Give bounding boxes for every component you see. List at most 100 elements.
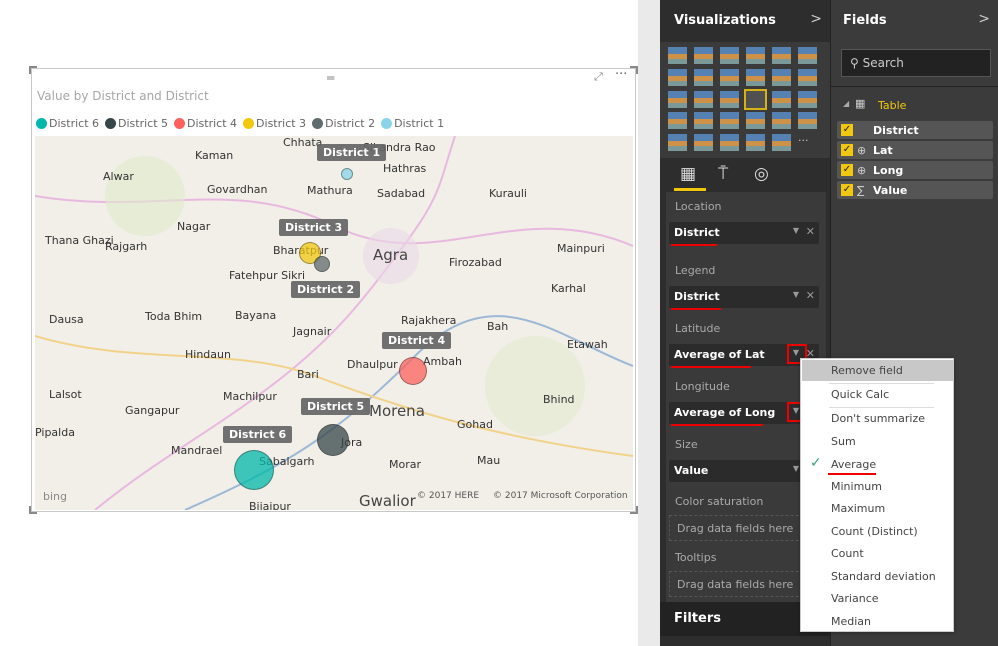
menu-item[interactable]: Median (831, 615, 871, 628)
dropdown-icon[interactable]: ▼ (793, 290, 799, 299)
field-name: Average of Lat (674, 348, 765, 361)
more-visuals-icon[interactable]: ··· (798, 134, 817, 151)
resize-handle[interactable] (630, 66, 638, 74)
expand-triangle-icon[interactable]: ◢ (843, 99, 849, 108)
field-label: Lat (873, 143, 893, 157)
bing-map[interactable]: PutliKamanChhataSikandra RaoHathrasAlwar… (35, 136, 633, 510)
collapse-chevron-icon[interactable]: > (810, 11, 822, 27)
visual-type-icon[interactable] (772, 90, 791, 108)
menu-item[interactable]: Count (Distinct) (831, 525, 918, 538)
city-label: Gwalior (359, 492, 416, 510)
district-callout: District 1 (317, 144, 387, 161)
collapse-chevron-icon[interactable]: > (978, 11, 990, 27)
visual-type-icon[interactable] (746, 68, 765, 86)
legend-field[interactable]: District ▼ ✕ (669, 286, 819, 310)
visual-type-icon[interactable] (694, 68, 713, 86)
visual-type-icon[interactable] (746, 47, 765, 64)
visual-type-icon[interactable] (720, 112, 739, 130)
legend-item[interactable]: District 4 (174, 117, 237, 130)
menu-item[interactable]: Average (831, 458, 876, 471)
visual-type-icon[interactable] (694, 112, 713, 130)
search-input[interactable]: ⚲ Search (841, 49, 991, 77)
checkbox-checked-icon[interactable]: ✓ (841, 124, 853, 136)
more-options-icon[interactable]: ··· (615, 67, 627, 82)
color-saturation-dropzone[interactable]: Drag data fields here (669, 515, 819, 541)
menu-item[interactable]: Minimum (831, 480, 882, 493)
resize-handle[interactable] (29, 66, 37, 74)
bubble-district-4[interactable] (399, 357, 427, 385)
drag-handle-icon[interactable]: ═ (327, 71, 334, 85)
visual-type-icon[interactable] (720, 90, 739, 108)
menu-item[interactable]: Remove field (831, 364, 903, 377)
legend-item[interactable]: District 3 (243, 117, 306, 130)
checkbox-checked-icon[interactable]: ✓ (841, 184, 853, 196)
visual-type-icon[interactable] (668, 112, 687, 130)
legend: District 6 District 5 District 4 District 3… (36, 117, 444, 130)
visual-type-icon[interactable] (798, 112, 817, 130)
location-field[interactable]: District ▼ ✕ (669, 222, 819, 246)
visual-type-icon[interactable] (798, 47, 817, 64)
visual-type-icon[interactable] (694, 47, 713, 64)
size-field[interactable]: Value ▼ (669, 460, 819, 482)
visual-type-icon[interactable] (772, 134, 791, 152)
legend-label: District 4 (187, 117, 238, 130)
city-label: Bijaipur (249, 500, 291, 510)
checkbox-checked-icon[interactable]: ✓ (841, 164, 853, 176)
visual-type-icon[interactable] (668, 134, 687, 152)
checkbox-checked-icon[interactable]: ✓ (841, 144, 853, 156)
dropdown-icon[interactable]: ▼ (793, 464, 799, 473)
visual-type-icon[interactable] (746, 112, 765, 130)
active-tab-indicator (674, 188, 706, 191)
visual-type-icon[interactable] (694, 134, 713, 152)
menu-item[interactable]: Count (831, 547, 864, 560)
visual-type-icon[interactable] (720, 47, 739, 64)
map-visual[interactable]: ═ ⤢ ··· Value by District and District D… (29, 66, 638, 514)
field-row[interactable]: ✓ District (837, 121, 993, 139)
menu-item[interactable]: Standard deviation (831, 570, 936, 583)
menu-item[interactable]: Don't summarize (831, 412, 925, 425)
city-label: Bayana (235, 309, 277, 322)
bubble-district-6[interactable] (234, 450, 274, 490)
visual-type-icon[interactable] (772, 47, 791, 64)
field-row[interactable]: ✓ ⊕ Long (837, 161, 993, 179)
visual-type-icon[interactable] (720, 68, 739, 86)
menu-item[interactable]: Maximum (831, 502, 885, 515)
format-paint-roller-icon[interactable]: ⍑ (718, 164, 728, 184)
bubble-district-2[interactable] (314, 256, 330, 272)
visual-type-icon[interactable] (772, 68, 791, 86)
city-label: Toda Bhim (145, 310, 203, 323)
menu-item[interactable]: Variance (831, 592, 879, 605)
table-name[interactable]: Table (878, 99, 906, 112)
menu-item[interactable]: Quick Calc (831, 388, 889, 401)
remove-icon[interactable]: ✕ (806, 225, 815, 238)
visual-type-icon[interactable] (668, 90, 687, 108)
bubble-district-1[interactable] (341, 168, 353, 180)
visual-type-icon[interactable] (798, 68, 817, 86)
analytics-icon[interactable]: ◎ (754, 164, 769, 184)
legend-item[interactable]: District 5 (105, 117, 168, 130)
city-label: Ambah (423, 355, 462, 368)
field-name: Value (674, 464, 709, 477)
fields-tab-icon[interactable]: ▦ (680, 164, 696, 184)
menu-item[interactable]: Sum (831, 435, 856, 448)
city-label: Pipalda (35, 426, 75, 439)
focus-mode-icon[interactable]: ⤢ (594, 70, 603, 84)
visual-type-icon[interactable] (744, 88, 767, 110)
bubble-district-5[interactable] (317, 424, 349, 456)
field-row[interactable]: ✓ ⊕ Lat (837, 141, 993, 159)
visual-type-icon[interactable] (746, 134, 765, 152)
visual-type-icon[interactable] (720, 134, 739, 152)
visual-type-icon[interactable] (798, 90, 817, 108)
tooltips-dropzone[interactable]: Drag data fields here (669, 571, 819, 597)
visual-type-icon[interactable] (694, 90, 713, 108)
visual-type-icon[interactable] (668, 47, 687, 64)
pane-tabs: ▦ ⍑ ◎ (660, 158, 830, 192)
visual-type-icon[interactable] (668, 68, 687, 86)
remove-icon[interactable]: ✕ (806, 289, 815, 302)
dropdown-icon[interactable]: ▼ (793, 226, 799, 235)
legend-item[interactable]: District 1 (381, 117, 444, 130)
visual-type-icon[interactable] (772, 112, 791, 130)
legend-item[interactable]: District 2 (312, 117, 375, 130)
legend-item[interactable]: District 6 (36, 117, 99, 130)
field-row[interactable]: ✓ ∑ Value (837, 181, 993, 199)
